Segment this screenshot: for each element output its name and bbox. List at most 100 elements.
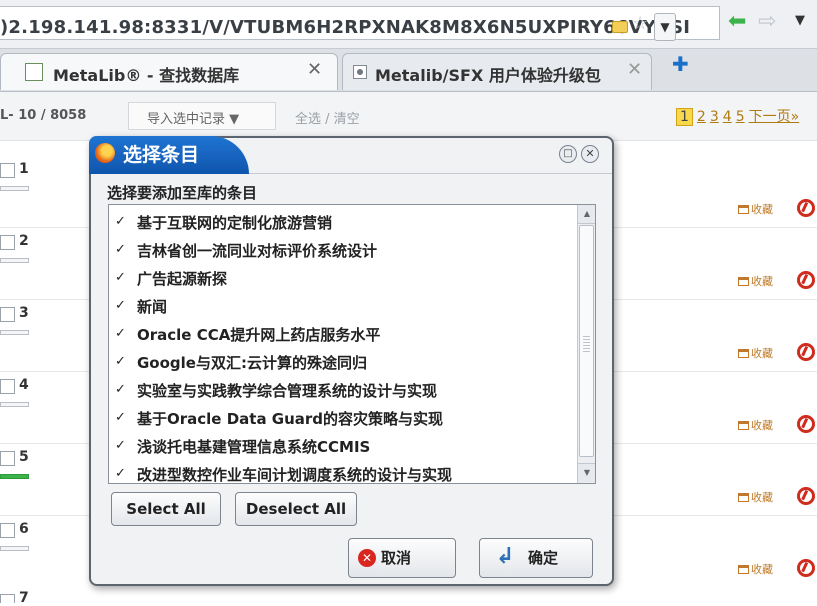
cart-icon [738, 565, 749, 574]
dialog-title-tab: 选择条目 [89, 136, 249, 174]
item-label: Google与双汇:云计算的殊途同归 [137, 354, 367, 372]
new-tab-icon[interactable]: ✚ [672, 52, 689, 76]
item-checkbox[interactable]: ✓ [115, 299, 129, 313]
tab-strip: MetaLib® - 查找数据库 ✕ Metalib/SFX 用户体验升级包 ✕ [0, 49, 817, 92]
pager-page-link[interactable]: 5 [736, 109, 745, 125]
item-label: 新闻 [137, 298, 168, 316]
cancel-label: 取消 [381, 549, 412, 567]
item-checkbox[interactable]: ✓ [115, 467, 129, 481]
pager-current-page: 1 [676, 108, 693, 126]
sfx-link-icon[interactable] [797, 487, 815, 505]
row-number: 5 [19, 449, 29, 465]
pagination: 1 2 3 4 5 下一页» [676, 106, 799, 126]
favorite-label: 收藏 [751, 491, 773, 504]
cancel-button[interactable]: ✕ 取消 [348, 538, 456, 578]
favorite-link[interactable]: 收藏 [738, 273, 773, 289]
tab-close-icon[interactable]: ✕ [627, 59, 642, 80]
favorite-link[interactable]: 收藏 [738, 489, 773, 505]
results-toolbar: L- 10 / 8058 导入选中记录 ▼ 全选 / 清空 1 2 3 4 5 下一页» [0, 92, 817, 141]
select-all-button[interactable]: Select All [111, 492, 221, 526]
favorite-link[interactable]: 收藏 [738, 417, 773, 433]
item-label: 实验室与实践教学综合管理系统的设计与实现 [137, 382, 438, 400]
results-continuation [0, 586, 817, 603]
row-number: 7 [19, 590, 29, 606]
ok-button[interactable]: ↲ 确定 [479, 538, 593, 578]
tab-close-icon[interactable]: ✕ [307, 59, 322, 80]
item-label: 广告起源新探 [137, 270, 228, 288]
item-checkbox[interactable]: ✓ [115, 439, 129, 453]
row-number: 6 [19, 521, 29, 537]
relevance-bar [0, 474, 29, 479]
sfx-link-icon[interactable] [797, 199, 815, 217]
pager-page-link[interactable]: 4 [723, 109, 732, 125]
address-field[interactable]: )2.198.141.98:8331/V/VTUBM6H2RPXNAK8M8X6… [0, 6, 720, 41]
listbox-scrollbar[interactable]: ▲ ▼ [577, 205, 595, 483]
sfx-link-icon[interactable] [797, 271, 815, 289]
favorite-label: 收藏 [751, 347, 773, 360]
relevance-bar [0, 186, 29, 191]
row-number: 1 [19, 161, 29, 177]
row-checkbox[interactable] [0, 451, 15, 466]
page-favicon-icon [25, 63, 43, 81]
favorite-label: 收藏 [751, 275, 773, 288]
pager-next-link[interactable]: 下一页» [749, 109, 800, 125]
item-checkbox[interactable]: ✓ [115, 271, 129, 285]
sfx-link-icon[interactable] [797, 343, 815, 361]
pager-page-link[interactable]: 2 [697, 109, 706, 125]
folder-icon[interactable] [612, 21, 628, 33]
select-clear-link[interactable]: 全选 / 清空 [295, 108, 360, 127]
favorite-link[interactable]: 收藏 [738, 201, 773, 217]
sfx-link-icon[interactable] [797, 559, 815, 577]
item-label: Oracle CCA提升网上药店服务水平 [137, 326, 381, 344]
record-range: L- 10 / 8058 [0, 108, 87, 123]
item-label: 基于互联网的定制化旅游营销 [137, 214, 333, 232]
scrollbar-thumb[interactable] [579, 225, 594, 457]
item-checkbox[interactable]: ✓ [115, 215, 129, 229]
import-selected-dropdown[interactable]: 导入选中记录 ▼ [128, 102, 276, 130]
history-dropdown-icon[interactable]: ▼ [795, 13, 805, 28]
firefox-logo-icon [95, 143, 115, 163]
item-checkbox[interactable]: ✓ [115, 383, 129, 397]
select-items-dialog: 选择条目 □ ✕ 选择要添加至库的条目 ✓ 基于互联网的定制化旅游营销 ✓ 吉林省创… [89, 136, 614, 586]
row-checkbox[interactable] [0, 379, 15, 394]
bookmark-star-icon[interactable]: ☆ [632, 13, 648, 34]
item-checkbox[interactable]: ✓ [115, 243, 129, 257]
enter-arrow-icon: ↲ [496, 544, 515, 569]
tab-title: Metalib/SFX 用户体验升级包 [375, 66, 601, 85]
ok-label: 确定 [528, 549, 559, 567]
dialog-title: 选择条目 [123, 144, 200, 166]
row-number: 3 [19, 305, 29, 321]
tab-metalib-search[interactable]: MetaLib® - 查找数据库 ✕ [0, 53, 338, 90]
relevance-bar [0, 258, 29, 263]
sfx-link-icon[interactable] [797, 415, 815, 433]
tab-metalib-sfx[interactable]: Metalib/SFX 用户体验升级包 ✕ [342, 53, 652, 90]
relevance-bar [0, 402, 29, 407]
items-listbox[interactable]: ✓ 基于互联网的定制化旅游营销 ✓ 吉林省创一流同业对标评价系统设计 ✓ 广告起源新探… [108, 204, 596, 484]
favorite-label: 收藏 [751, 563, 773, 576]
back-arrow-icon[interactable]: ⬅ [728, 9, 746, 34]
row-checkbox[interactable] [0, 523, 15, 538]
cart-icon [738, 349, 749, 358]
dialog-close-icon[interactable]: ✕ [581, 145, 599, 163]
item-checkbox[interactable]: ✓ [115, 411, 129, 425]
scroll-up-arrow-icon[interactable]: ▲ [578, 205, 595, 224]
forward-arrow-icon[interactable]: ⇨ [758, 9, 776, 34]
pager-page-link[interactable]: 3 [710, 109, 719, 125]
item-checkbox[interactable]: ✓ [115, 327, 129, 341]
favorite-link[interactable]: 收藏 [738, 345, 773, 361]
item-label: 浅谈托电基建管理信息系统CCMIS [137, 438, 371, 456]
row-checkbox[interactable] [0, 235, 15, 250]
address-text[interactable]: )2.198.141.98:8331/V/VTUBM6H2RPXNAK8M8X6… [0, 17, 690, 38]
favorite-label: 收藏 [751, 419, 773, 432]
deselect-all-button[interactable]: Deselect All [235, 492, 357, 526]
dialog-minimize-icon[interactable]: □ [559, 145, 577, 163]
scroll-down-arrow-icon[interactable]: ▼ [578, 463, 595, 482]
cart-icon [738, 277, 749, 286]
row-checkbox[interactable] [0, 594, 15, 603]
item-checkbox[interactable]: ✓ [115, 355, 129, 369]
row-checkbox[interactable] [0, 163, 15, 178]
favorite-link[interactable]: 收藏 [738, 561, 773, 577]
cart-icon [738, 421, 749, 430]
url-history-dropdown[interactable]: ▼ [654, 13, 676, 41]
row-checkbox[interactable] [0, 307, 15, 322]
